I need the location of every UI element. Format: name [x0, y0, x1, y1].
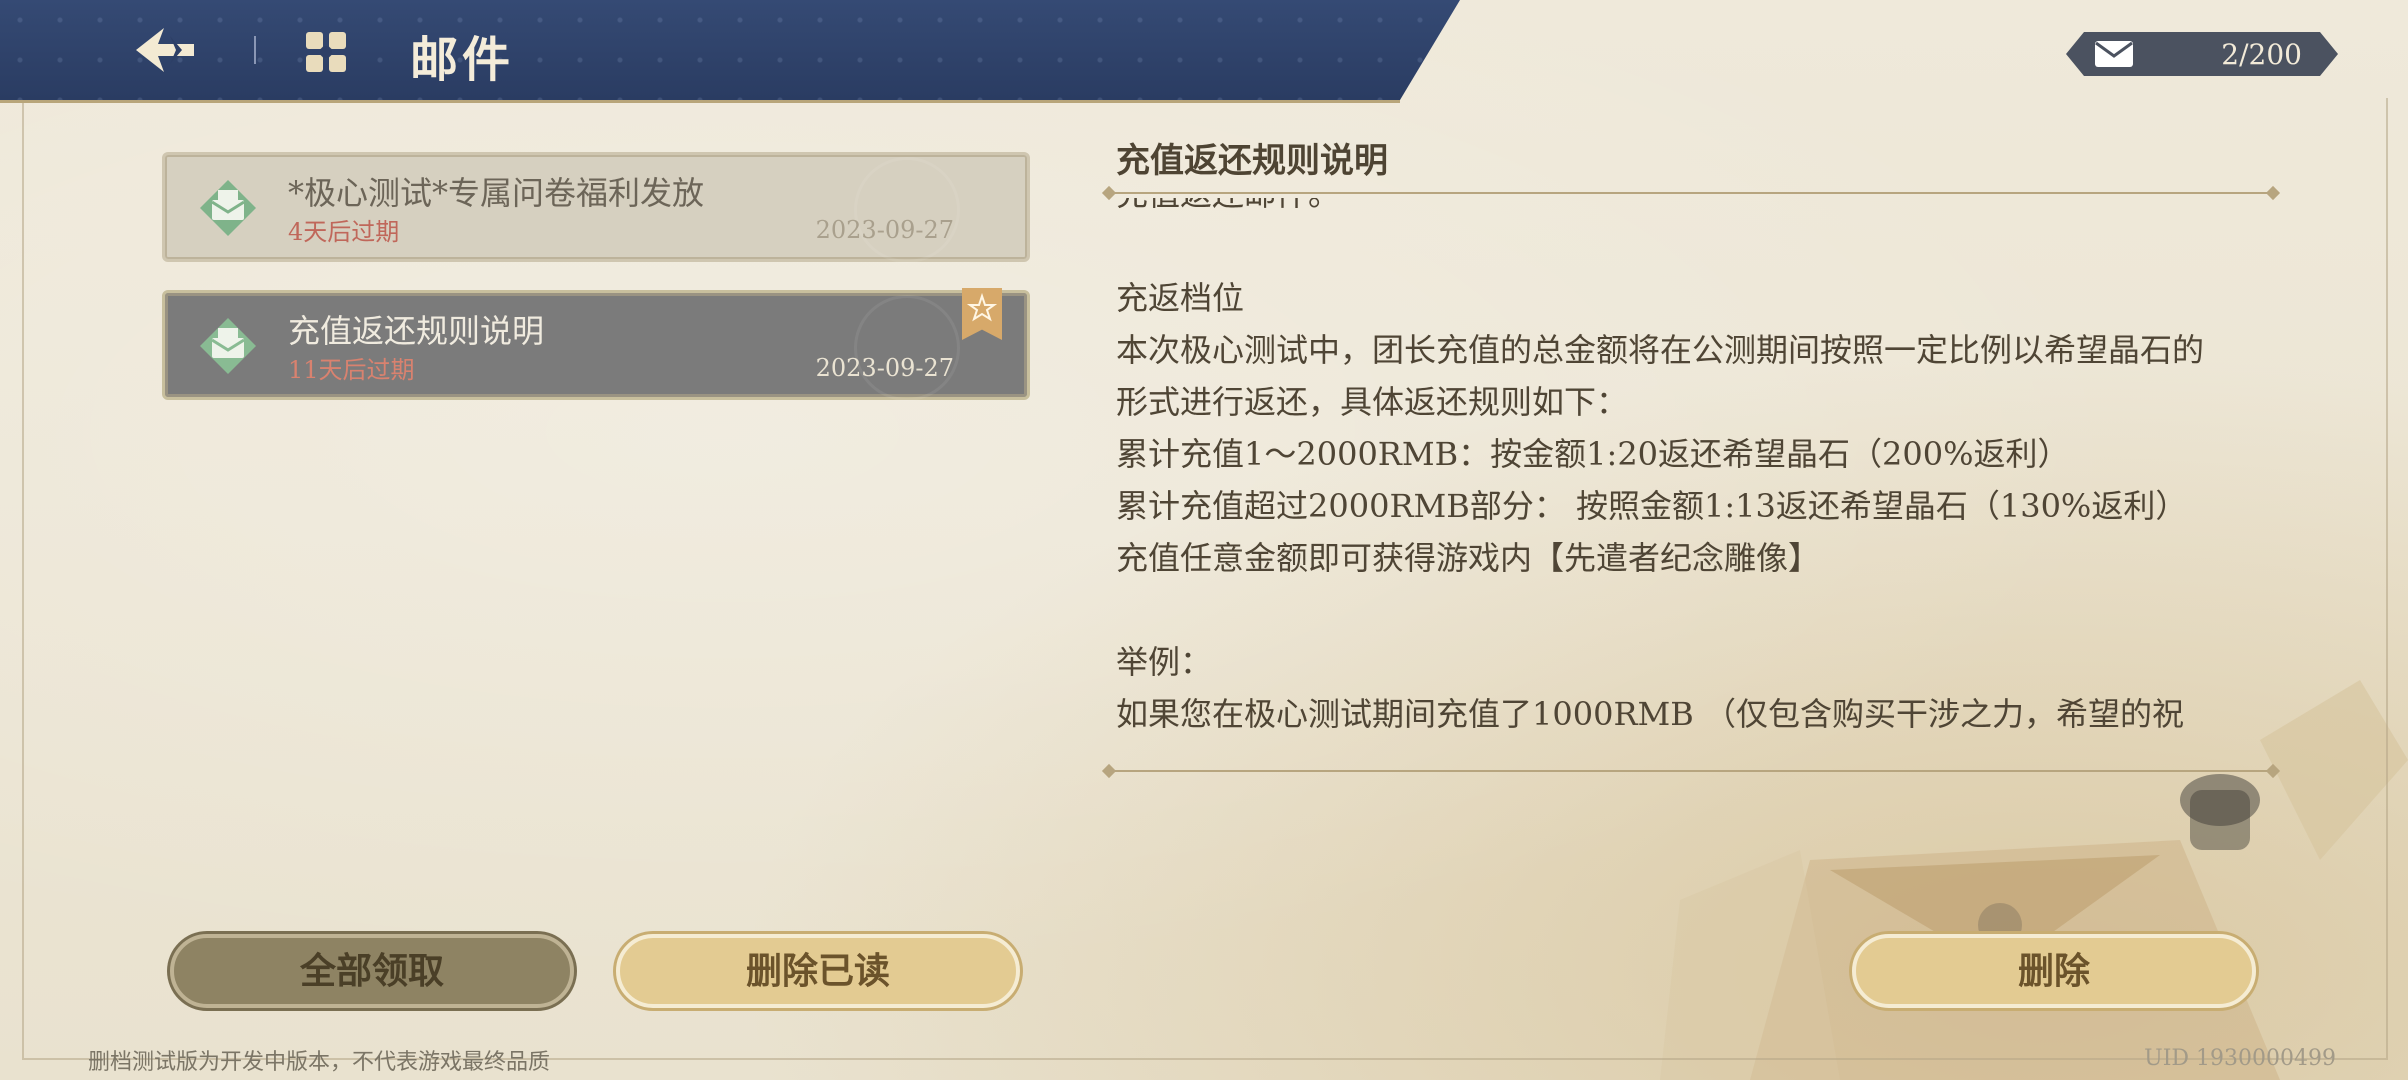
mail-date: 2023-09-27	[815, 354, 954, 382]
user-id: UID 1930000499	[2144, 1046, 2336, 1071]
delete-label: 删除	[2017, 950, 2090, 992]
build-disclaimer: 删档测试版为开发中版本，不代表游戏最终品质	[88, 1050, 551, 1075]
star-icon	[966, 292, 998, 322]
mail-expire: 4天后过期	[288, 218, 400, 246]
claim-all-button[interactable]: 全部领取	[170, 934, 574, 1008]
claim-all-label: 全部领取	[299, 950, 444, 992]
detail-line: 充值返还邮件。	[1116, 198, 2276, 220]
delete-button[interactable]: 删除	[1852, 934, 2256, 1008]
mail-title: *极心测试*专属问卷福利发放	[288, 174, 705, 212]
mail-date: 2023-09-27	[815, 216, 954, 244]
title-divider	[1108, 192, 2274, 194]
delete-read-button[interactable]: 删除已读	[616, 934, 1020, 1008]
mail-expire: 11天后过期	[288, 356, 415, 384]
detail-line: 累计充值超过2000RMB部分： 按照金额1:13返还希望晶石（130%返利）	[1116, 487, 2188, 525]
mail-list-item[interactable]: 充值返还规则说明 11天后过期 2023-09-27	[162, 288, 1030, 401]
detail-line: 举例：	[1116, 643, 1213, 681]
detail-line: 累计充值1～2000RMB：按金额1:20返还希望晶石（200%返利）	[1116, 435, 2070, 473]
body-divider	[1108, 770, 2274, 772]
mail-opened-icon	[200, 318, 256, 374]
header-pattern	[0, 0, 1460, 100]
card-emblem	[854, 157, 960, 263]
detail-line: 充返档位	[1116, 279, 1245, 317]
detail-line: 充值任意金额即可获得游戏内【先遣者纪念雕像】	[1116, 539, 1821, 577]
card-emblem	[854, 295, 960, 401]
detail-line: 形式进行返还，具体返还规则如下：	[1116, 383, 1629, 421]
mail-counter: 2/200	[2066, 32, 2338, 76]
mail-menu-icon	[306, 32, 346, 72]
envelope-icon	[2095, 41, 2133, 67]
delete-read-label: 删除已读	[745, 950, 890, 992]
detail-line: 如果您在极心测试期间充值了1000RMB （仅包含购买干涉之力，希望的祝	[1116, 695, 2184, 733]
header-trim	[0, 100, 1400, 103]
detail-title: 充值返还规则说明	[1116, 141, 1388, 181]
divider-end	[1101, 185, 1117, 201]
mail-title: 充值返还规则说明	[288, 312, 545, 350]
back-button[interactable]	[130, 22, 200, 78]
mail-screen: 邮件 2/200 *极心测试*专属问卷福利发放 4天后过期 2023-09-27	[0, 0, 2408, 1080]
divider-end	[1101, 763, 1117, 779]
page-title: 邮件	[410, 32, 515, 88]
detail-line: 本次极心测试中，团长充值的总金额将在公测期间按照一定比例以希望晶石的	[1116, 331, 2205, 369]
mail-list-item[interactable]: *极心测试*专属问卷福利发放 4天后过期 2023-09-27	[162, 152, 1030, 263]
detail-body[interactable]: 充值返还邮件。 充返档位 本次极心测试中，团长充值的总金额将在公测期间按照一定比…	[1116, 198, 2276, 766]
mail-opened-icon	[200, 180, 256, 236]
mail-count-text: 2/200	[2221, 38, 2302, 71]
back-arrow-icon	[136, 28, 194, 72]
detail-blank-line	[1116, 584, 2276, 636]
header-separator	[254, 36, 256, 64]
detail-blank-line	[1116, 220, 2276, 272]
